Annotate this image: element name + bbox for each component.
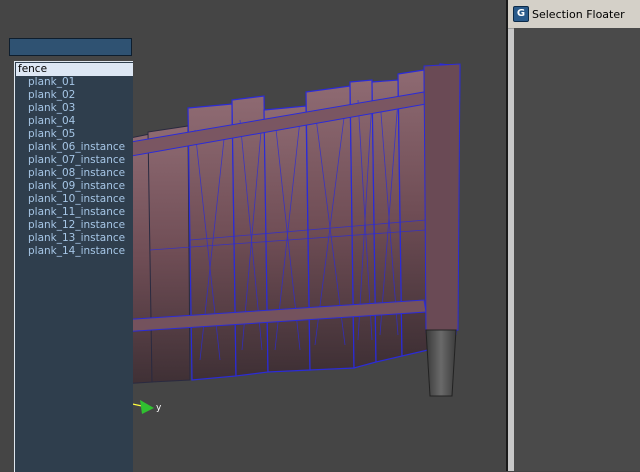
floater-titlebar[interactable]: G Selection Floater — [508, 0, 640, 29]
list-item[interactable]: plank_14_instance — [28, 245, 125, 258]
axis-label-y: y — [156, 403, 162, 413]
list-item[interactable]: plank_10_instance — [28, 193, 125, 206]
list-item[interactable]: plank_03 — [28, 102, 75, 115]
app-logo-icon: G — [513, 6, 529, 22]
list-item[interactable]: plank_09_instance — [28, 180, 125, 193]
floater-title: Selection Floater — [532, 8, 625, 21]
list-item[interactable]: plank_05 — [28, 128, 75, 141]
list-item[interactable]: plank_12_instance — [28, 219, 125, 232]
object-list[interactable]: fence plank_01 plank_02 plank_03 plank_0… — [14, 61, 133, 472]
list-item[interactable]: plank_08_instance — [28, 167, 125, 180]
list-item[interactable]: plank_02 — [28, 89, 75, 102]
list-item[interactable]: plank_07_instance — [28, 154, 125, 167]
list-item[interactable]: plank_06_instance — [28, 141, 125, 154]
list-item[interactable]: plank_01 — [28, 76, 75, 89]
list-item[interactable]: plank_04 — [28, 115, 75, 128]
list-item[interactable]: plank_13_instance — [28, 232, 125, 245]
selection-floater-window[interactable]: G Selection Floater — [508, 0, 640, 471]
list-item-fence[interactable]: fence — [16, 63, 133, 76]
list-item[interactable]: plank_11_instance — [28, 206, 125, 219]
floater-panel — [514, 28, 640, 471]
search-input[interactable] — [9, 38, 132, 56]
